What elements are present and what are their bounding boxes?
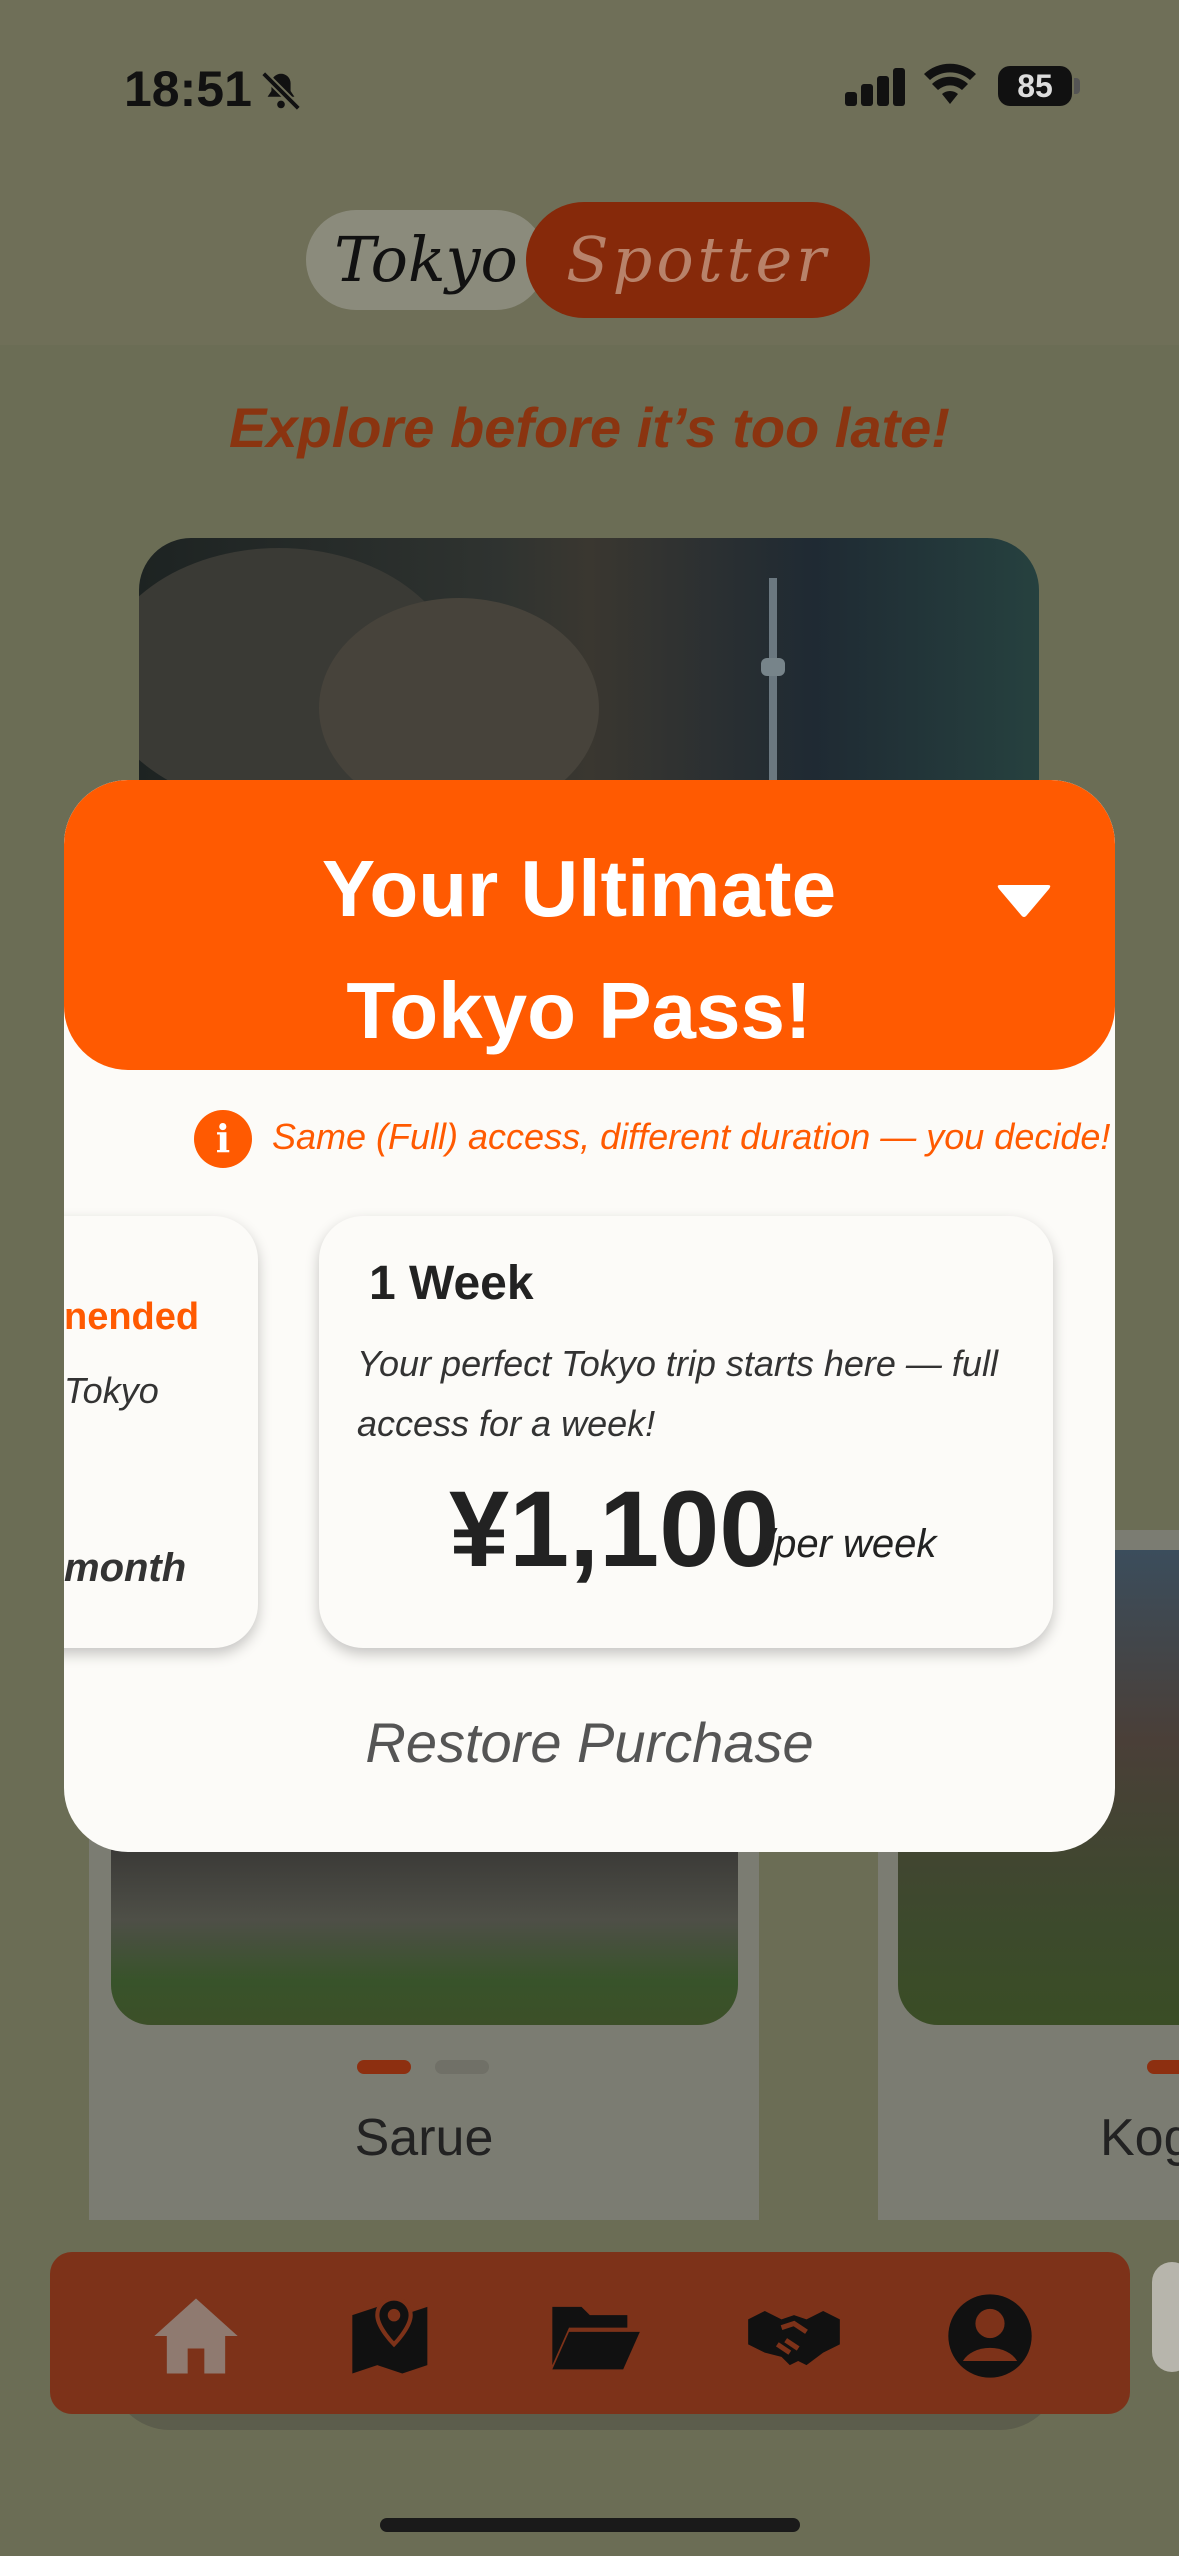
battery-icon: 85 <box>998 66 1072 106</box>
profile-icon[interactable] <box>940 2286 1040 2386</box>
modal-title-line1: Your Ultimate <box>321 844 837 933</box>
plan-period: month <box>64 1546 187 1590</box>
chevron-down-icon[interactable] <box>994 876 1054 922</box>
modal-header: Your Ultimate Tokyo Pass! <box>64 780 1115 1070</box>
plan-title: 1 Week <box>369 1257 534 1310</box>
handshake-icon[interactable] <box>744 2286 844 2386</box>
paywall-modal: Your Ultimate Tokyo Pass! i Same (Full) … <box>64 780 1115 1852</box>
logo-spotter: Spotter <box>526 202 870 318</box>
modal-title: Your Ultimate Tokyo Pass! <box>154 828 1004 1072</box>
carousel-dot-active <box>357 2060 411 2074</box>
home-indicator <box>380 2518 800 2532</box>
bell-slash-icon <box>261 71 301 111</box>
plan-price: ¥1,100 <box>449 1468 780 1589</box>
logo-tokyo: Tokyo <box>306 210 546 310</box>
plan-badge: nended <box>64 1296 200 1338</box>
spot-title-sarue: Sarue <box>354 2109 494 2167</box>
plan-card-month[interactable]: nended Tokyo month <box>64 1216 258 1648</box>
plan-description: Tokyo <box>64 1370 159 1411</box>
status-time: 18:51 <box>124 61 252 117</box>
signal-icon <box>845 66 905 106</box>
wifi-icon <box>924 63 976 104</box>
carousel-dot-active <box>1147 2060 1179 2074</box>
battery-tip <box>1074 78 1080 94</box>
folder-icon[interactable] <box>544 2286 644 2386</box>
home-icon[interactable] <box>146 2286 246 2386</box>
tagline: Explore before it’s too late! <box>229 396 950 459</box>
modal-title-line2: Tokyo Pass! <box>346 966 812 1055</box>
map-icon[interactable] <box>344 2286 444 2386</box>
floating-button-edge[interactable] <box>1152 2262 1179 2372</box>
spot-photo-sarue <box>111 1850 738 2025</box>
plan-description: Your perfect Tokyo trip starts here — fu… <box>357 1343 998 1444</box>
plan-period: /per week <box>763 1522 937 1566</box>
plan-card-week[interactable]: 1 Week Your perfect Tokyo trip starts he… <box>319 1216 1053 1648</box>
info-icon: i <box>194 1110 252 1168</box>
info-text: Same (Full) access, different duration —… <box>272 1116 1111 1157</box>
featured-photo <box>139 538 1039 798</box>
restore-purchase-button[interactable]: Restore Purchase <box>64 1710 1115 1775</box>
carousel-dot <box>435 2060 489 2074</box>
spot-title-kog: Kog <box>1100 2109 1179 2167</box>
